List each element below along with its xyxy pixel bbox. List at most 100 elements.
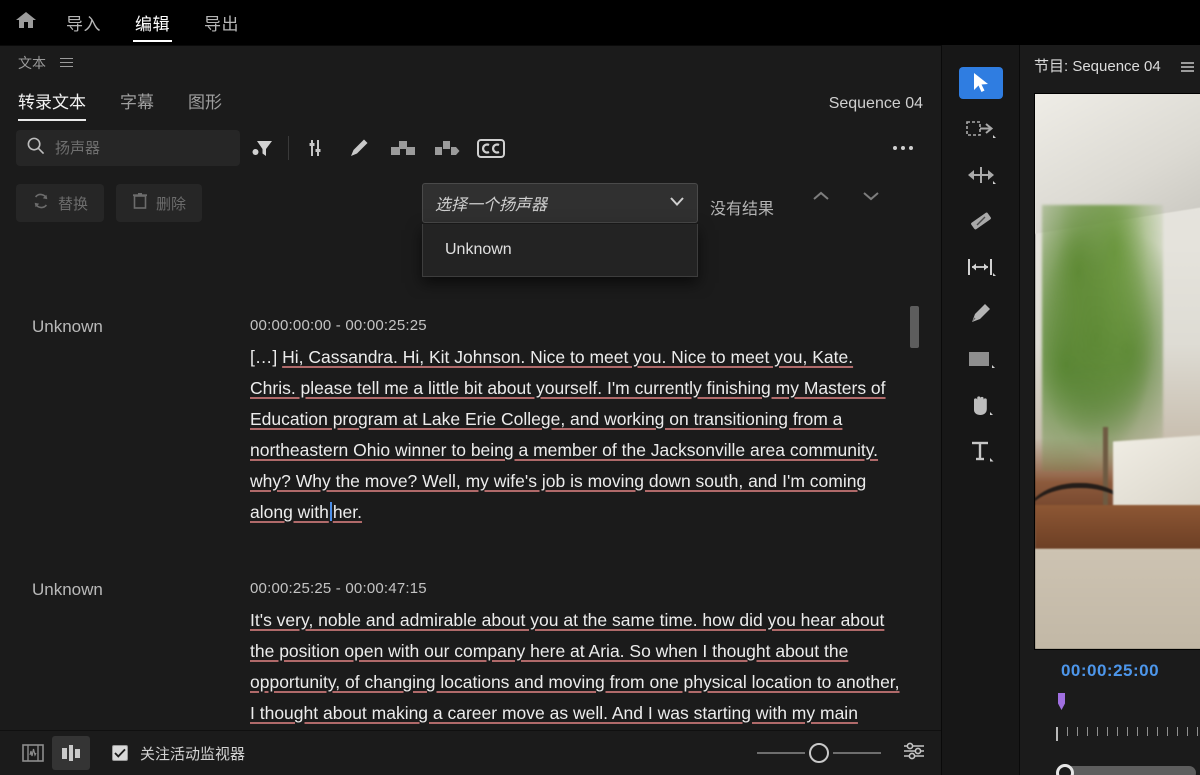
delete-button[interactable]: 删除 [116, 184, 203, 222]
sequence-name: Sequence 04 [828, 95, 923, 112]
playhead-marker[interactable] [1058, 693, 1065, 710]
follow-monitor-label: 关注活动监视器 [140, 745, 246, 763]
ruler-tick [1067, 727, 1068, 736]
split-clip-icon[interactable] [425, 128, 469, 168]
hamburger-icon[interactable] [1179, 59, 1196, 75]
track-select-forward-tool[interactable] [959, 113, 1003, 145]
delete-label: 删除 [156, 195, 187, 213]
speaker-select-trigger[interactable]: 选择一个扬声器 [422, 183, 698, 223]
zoom-slider-track-right [833, 752, 881, 754]
ruler-tick [1157, 727, 1158, 736]
ruler-tick [1197, 727, 1198, 736]
zoom-slider[interactable] [757, 743, 881, 763]
transcript-list[interactable]: Unknown 00:00:00:00 - 00:00:25:25 […] Hi… [0, 299, 941, 775]
sliders-icon[interactable] [293, 128, 337, 168]
search-input[interactable] [55, 139, 254, 157]
premiere-pro-window: 导入 编辑 导出 文本 转录文本 字幕 图形 Sequence 04 扬声器 替… [0, 0, 1200, 775]
hand-tool[interactable] [959, 389, 1003, 421]
settings-sliders-icon[interactable] [903, 741, 925, 766]
ruler-tick [1177, 727, 1178, 736]
speaker-select-value: 选择一个扬声器 [435, 197, 548, 214]
results-status: 没有结果 [710, 201, 775, 218]
monitor-video-view[interactable] [1034, 93, 1200, 650]
zoom-slider-handle[interactable] [809, 743, 829, 763]
ruler-tick [1087, 727, 1088, 736]
transcript-block[interactable]: Unknown 00:00:00:00 - 00:00:25:25 […] Hi… [0, 299, 941, 538]
panel-tabs: 转录文本 字幕 图形 Sequence 04 [0, 79, 941, 121]
ruler-tick [1187, 727, 1188, 736]
monitor-header: 节目: Sequence 04 [1020, 45, 1200, 85]
home-icon [15, 10, 37, 35]
replace-button[interactable]: 替换 [16, 184, 105, 222]
razor-tool[interactable] [959, 205, 1003, 237]
slip-tool[interactable] [959, 251, 1003, 283]
nav-import[interactable]: 导入 [52, 0, 115, 45]
transcript-bottom-bar: 关注活动监视器 [0, 730, 941, 775]
ripple-edit-tool[interactable] [959, 159, 1003, 191]
transcript-text-tail: her. [332, 502, 363, 522]
ruler-tick [1127, 727, 1128, 736]
nav-import-label: 导入 [66, 15, 101, 34]
search-box[interactable] [16, 130, 254, 166]
ruler-tick [1147, 727, 1148, 736]
monitor-title: 节目: Sequence 04 [1034, 57, 1161, 75]
program-monitor: 节目: Sequence 04 00:00:25:00 [1019, 45, 1200, 775]
speaker-option-label: Unknown [445, 241, 512, 258]
nav-export[interactable]: 导出 [190, 0, 253, 45]
hamburger-icon[interactable] [58, 55, 75, 71]
chevron-down-icon[interactable] [862, 189, 880, 207]
tab-graphics[interactable]: 图形 [188, 88, 228, 121]
monitor-timecode[interactable]: 00:00:25:00 [1020, 661, 1200, 681]
tool-strip [941, 45, 1019, 775]
result-nav [812, 189, 880, 207]
rectangle-tool[interactable] [959, 343, 1003, 375]
nav-edit-label: 编辑 [135, 15, 170, 34]
nav-export-label: 导出 [204, 15, 239, 34]
transcript-toolbar [0, 121, 941, 175]
panel-header: 文本 [0, 46, 941, 79]
tab-transcript-label: 转录文本 [18, 93, 86, 112]
pen-tool[interactable] [959, 297, 1003, 329]
nav-edit[interactable]: 编辑 [121, 0, 184, 45]
monitor-scrub-bar[interactable] [1056, 764, 1196, 775]
transcript-body: 00:00:00:00 - 00:00:25:25 […] Hi, Cassan… [250, 317, 941, 528]
top-nav: 导入 编辑 导出 [52, 0, 253, 45]
tab-captions-label: 字幕 [120, 93, 154, 112]
ruler-tick [1117, 727, 1118, 736]
ruler-tick [1097, 727, 1098, 736]
transcript-action-bar: 替换 删除 选择一个扬声器 Unknown 没有结果 [0, 175, 941, 277]
trash-icon [132, 192, 148, 214]
video-frame [1035, 94, 1200, 649]
speaker-option-unknown[interactable]: Unknown [423, 224, 697, 276]
tab-captions[interactable]: 字幕 [120, 88, 160, 121]
chevron-up-icon[interactable] [812, 189, 830, 207]
video-floor [1035, 549, 1200, 649]
chevron-down-icon [669, 194, 685, 212]
transcript-text-main: Hi, Cassandra. Hi, Kit Johnson. Nice to … [250, 347, 886, 522]
type-tool[interactable] [959, 435, 1003, 467]
merge-clips-icon[interactable] [381, 128, 425, 168]
timeline-ruler[interactable] [1056, 727, 1200, 743]
cc-icon[interactable] [469, 128, 513, 168]
more-options-icon[interactable] [893, 146, 925, 150]
transcript-scrollbar[interactable] [910, 306, 919, 348]
timecode-range: 00:00:25:25 - 00:00:47:15 [250, 580, 427, 597]
replace-label: 替换 [58, 195, 89, 213]
video-desk [1035, 504, 1200, 550]
transcript-text[interactable]: […] Hi, Cassandra. Hi, Kit Johnson. Nice… [250, 342, 901, 528]
pencil-icon[interactable] [337, 128, 381, 168]
filter-funnel-icon[interactable] [240, 128, 284, 168]
transcript-view-icon[interactable] [14, 736, 52, 770]
search-icon [26, 136, 45, 160]
refresh-icon [32, 192, 50, 214]
scrub-handle[interactable] [1056, 764, 1074, 775]
speaker-label[interactable]: Unknown [0, 317, 250, 528]
home-button[interactable] [0, 0, 52, 45]
selection-tool[interactable] [958, 67, 1003, 99]
tab-transcript[interactable]: 转录文本 [18, 88, 92, 121]
speaker-select-dropdown: Unknown [422, 224, 698, 277]
follow-monitor-checkbox[interactable] [112, 745, 128, 761]
toolbar-divider [288, 136, 289, 160]
text-panel: 文本 转录文本 字幕 图形 Sequence 04 扬声器 替换 删除 选择一个… [0, 45, 941, 775]
caption-view-icon[interactable] [52, 736, 90, 770]
